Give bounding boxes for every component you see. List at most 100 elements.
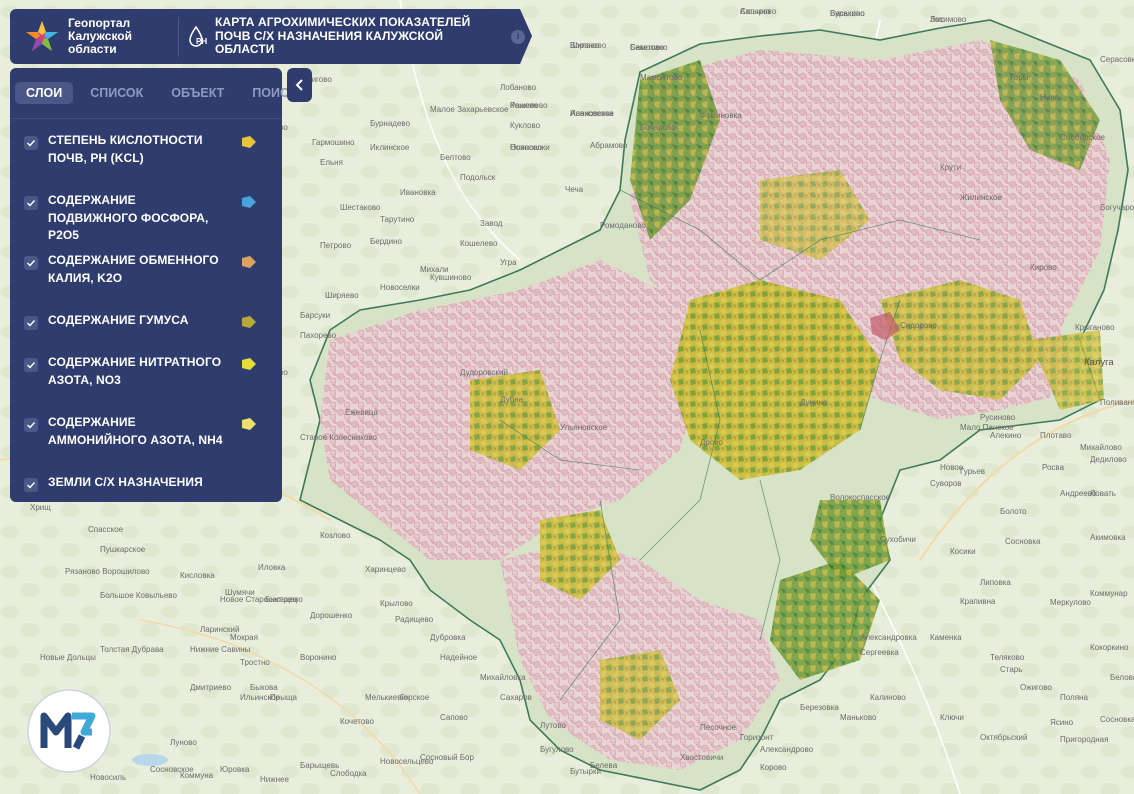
place-label: Болото (1000, 507, 1027, 516)
layer-checkbox[interactable] (24, 196, 38, 210)
place-label: Березовка (800, 703, 839, 712)
place-label: Слободское (1060, 133, 1106, 142)
layer-label: ЗЕМЛИ С/Х НАЗНАЧЕНИЯ (48, 475, 203, 489)
place-label: Коммунар (1090, 589, 1128, 598)
place-label: Осиново (510, 143, 543, 152)
tab-object[interactable]: ОБЪЕКТ (160, 82, 235, 104)
geoportal-logo-icon[interactable] (22, 17, 62, 57)
place-label: Лмс (930, 15, 945, 24)
svg-text:PH: PH (196, 37, 207, 46)
portal-name[interactable]: Геопортал Калужской области (68, 17, 172, 56)
check-icon (27, 260, 36, 267)
check-icon (27, 140, 36, 147)
panel-tabs: СЛОИ СПИСОК ОБЪЕКТ ПОИСК (10, 68, 297, 119)
place-label: Дунино (800, 398, 828, 407)
place-label: Чеча (565, 185, 584, 194)
place-label: Александровка (860, 633, 917, 642)
place-label: Большое Ковыльево (100, 591, 177, 600)
check-icon (27, 482, 36, 489)
layer-item-nh4[interactable]: СОДЕРЖАНИЕ АММОНИЙНОГО АЗОТА, NH4 (10, 409, 282, 469)
place-label: Ежевица (345, 408, 378, 417)
layer-label: СОДЕРЖАНИЕ ОБМЕННОГО КАЛИЯ, K2O (48, 253, 219, 285)
place-label: Хвостовичи (680, 753, 723, 762)
place-label: Горизонт (740, 733, 774, 742)
place-label: Михали (420, 265, 449, 274)
place-label: Бердино (370, 237, 403, 246)
place-label: Ясино (1050, 718, 1074, 727)
place-label: Меркулово (1050, 598, 1091, 607)
place-label: Мокрая (230, 633, 258, 642)
place-label: Крапивна (960, 597, 996, 606)
place-label: Слободка (330, 769, 367, 778)
place-label: Михайлово (1080, 443, 1122, 452)
place-label: Волокоспасское (830, 493, 891, 502)
layer-label: СТЕПЕНЬ КИСЛОТНОСТИ ПОЧВ, PH (KCL) (48, 133, 203, 165)
place-label: Бураково (830, 9, 865, 18)
place-label: Михайловка (480, 673, 526, 682)
place-label: Барыщевь (300, 761, 339, 770)
place-label: Ключи (940, 713, 964, 722)
layer-item-no3[interactable]: СОДЕРЖАНИЕ НИТРАТНОГО АЗОТА, NO3 (10, 349, 282, 409)
place-label: Завод (480, 219, 503, 228)
place-label: Корово (760, 763, 787, 772)
place-label: Новосельцево (380, 757, 434, 766)
layer-item-k2o[interactable]: СОДЕРЖАНИЕ ОБМЕННОГО КАЛИЯ, K2O (10, 247, 282, 307)
place-label: Алекино (990, 431, 1022, 440)
layer-item-agro-lands[interactable]: ЗЕМЛИ С/Х НАЗНАЧЕНИЯ (10, 469, 282, 511)
place-label: Крути (940, 163, 961, 172)
place-label: Гурьев (960, 467, 985, 476)
place-label: Александрово (760, 745, 814, 754)
layer-label: СОДЕРЖАНИЕ НИТРАТНОГО АЗОТА, NO3 (48, 355, 222, 387)
place-label: Новые Дольцы (40, 653, 96, 662)
layer-label: СОДЕРЖАНИЕ АММОНИЙНОГО АЗОТА, NH4 (48, 415, 223, 447)
place-label: Лобаново (500, 83, 537, 92)
place-label: Петрово (320, 241, 352, 250)
check-icon (27, 422, 36, 429)
layer-checkbox[interactable] (24, 256, 38, 270)
place-label: Богучарово (1100, 203, 1134, 212)
place-label: Рязаново Ворошилово (65, 567, 150, 576)
place-label: Спасское (88, 525, 124, 534)
place-label: Кокоркино (1090, 643, 1129, 652)
place-label: Дрово (700, 438, 723, 447)
place-label: Ромоданово (600, 221, 646, 230)
layer-item-humus[interactable]: СОДЕРЖАНИЕ ГУМУСА (10, 307, 282, 349)
check-icon (27, 200, 36, 207)
place-label: Дубровка (430, 633, 466, 642)
place-label: Косики (950, 547, 976, 556)
layer-label: СОДЕРЖАНИЕ ГУМУСА (48, 313, 189, 327)
place-label: Иловка (258, 563, 286, 572)
place-label: Малое Захарьевское (430, 105, 509, 114)
layer-checkbox[interactable] (24, 136, 38, 150)
place-label: Фоминовка (700, 111, 742, 120)
place-label: Барсуки (300, 311, 330, 320)
place-label: Теляково (990, 653, 1025, 662)
layer-checkbox[interactable] (24, 358, 38, 372)
place-label: Пушкарское (100, 545, 146, 554)
place-label: Сахаров (500, 693, 532, 702)
place-label: Козлово (320, 531, 351, 540)
place-label: Плотаво (1040, 431, 1072, 440)
tab-layers[interactable]: СЛОИ (15, 82, 74, 104)
layer-checkbox[interactable] (24, 418, 38, 432)
collapse-panel-button[interactable] (287, 68, 312, 102)
place-label: Коммуна (180, 771, 214, 780)
info-icon[interactable]: i (511, 29, 525, 44)
place-label: Ширяево (325, 291, 359, 300)
layer-item-ph[interactable]: СТЕПЕНЬ КИСЛОТНОСТИ ПОЧВ, PH (KCL) (10, 127, 282, 187)
layer-color-marker-icon (242, 358, 256, 370)
layer-checkbox[interactable] (24, 316, 38, 330)
place-label: Пригородная (1060, 735, 1108, 744)
place-label: Сосновка (1005, 537, 1041, 546)
layer-item-p2o5[interactable]: СОДЕРЖАНИЕ ПОДВИЖНОГО ФОСФОРА, P2O5 (10, 187, 282, 247)
place-label: Октябрьский (980, 733, 1027, 742)
place-label: Дубна (500, 395, 524, 404)
developer-logo-icon[interactable] (26, 688, 112, 774)
place-label: Акимовка (1090, 533, 1126, 542)
app-header: Геопортал Калужской области PH КАРТА АГР… (10, 9, 532, 64)
place-label: Жилинское (960, 193, 1002, 202)
tab-list[interactable]: СПИСОК (79, 82, 154, 104)
place-label: Поляна (1060, 693, 1088, 702)
layer-checkbox[interactable] (24, 478, 38, 492)
place-label: Сухобичи (880, 535, 916, 544)
